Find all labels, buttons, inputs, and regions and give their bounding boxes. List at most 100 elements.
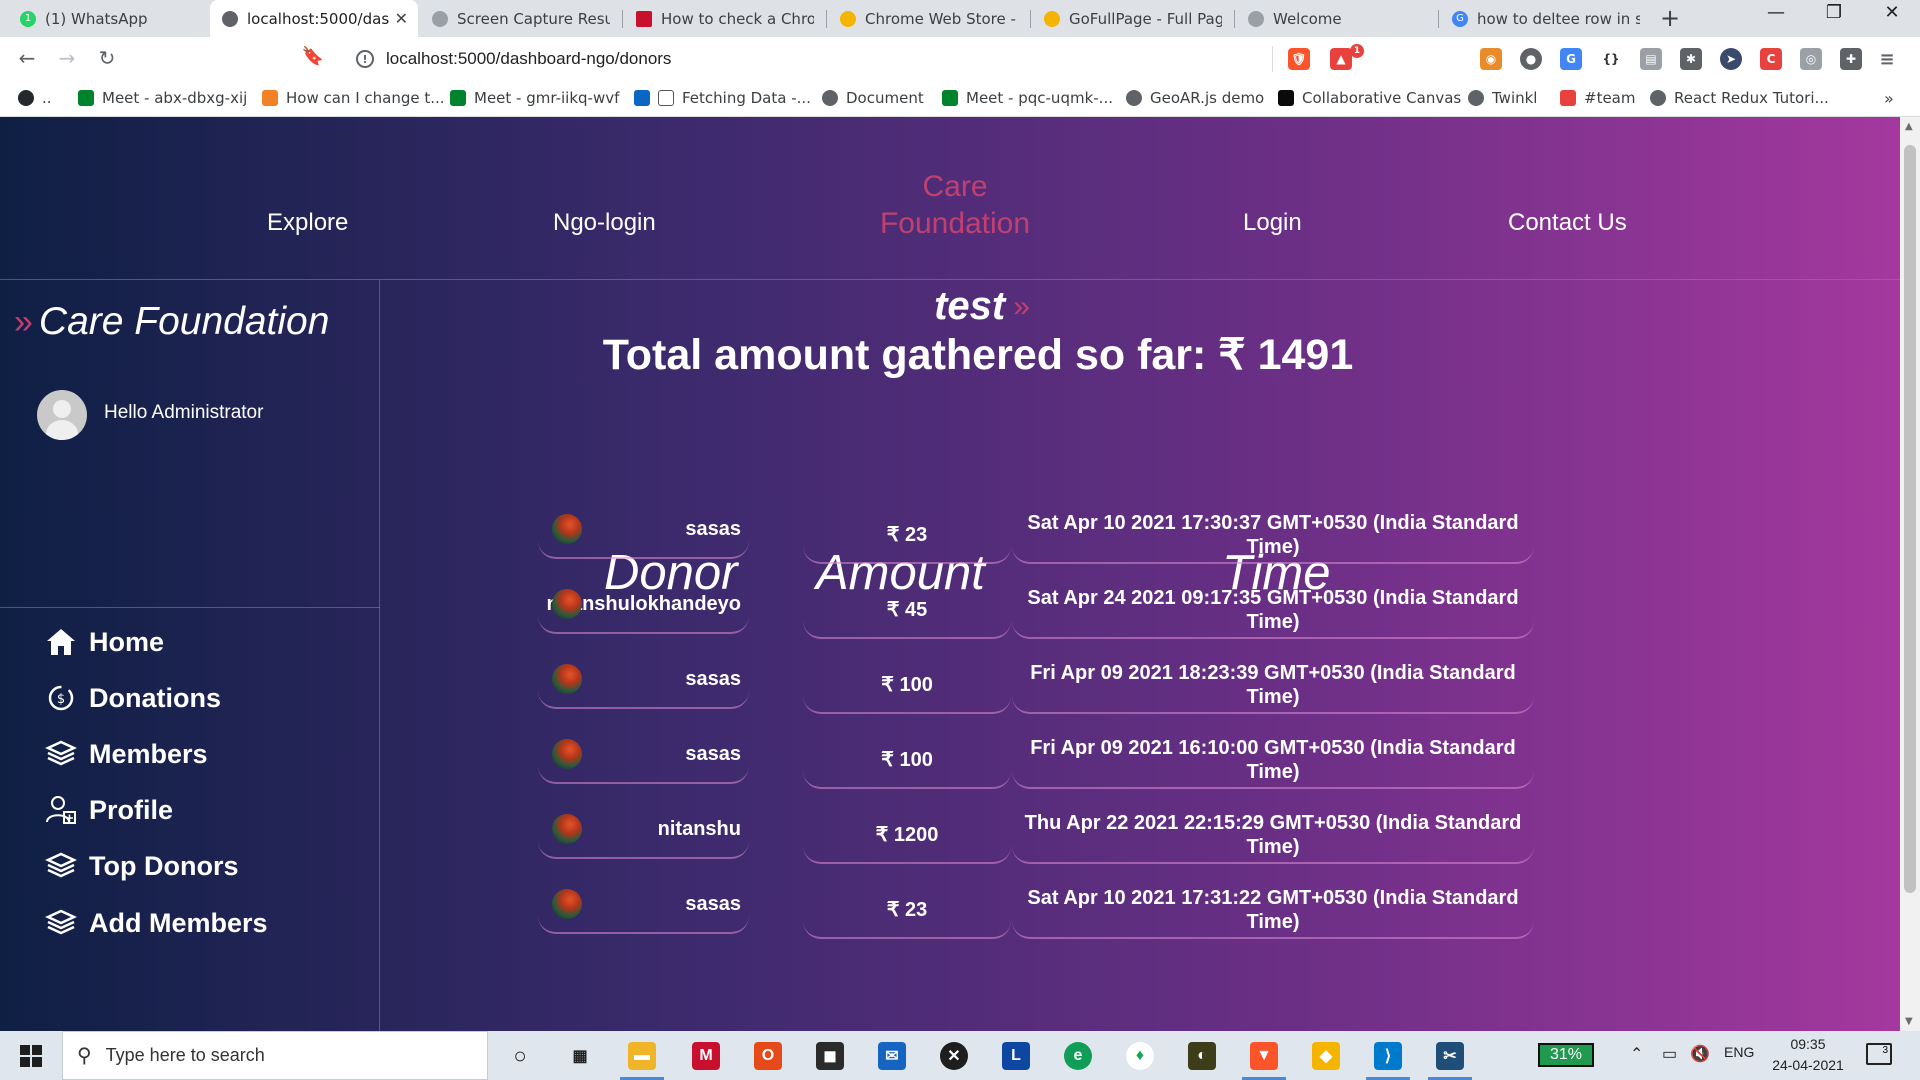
nav-ngo-login-link[interactable]: Ngo-login xyxy=(553,209,656,237)
members-icon xyxy=(44,737,78,771)
file-explorer-icon[interactable]: ▬ xyxy=(628,1042,656,1070)
snipping-tool-icon[interactable]: ✂ xyxy=(1436,1042,1464,1070)
mongodb-compass-icon[interactable]: ♦ xyxy=(1126,1042,1154,1070)
time-cell: Fri Apr 09 2021 16:10:00 GMT+0530 (India… xyxy=(1012,732,1534,789)
bookmark-geoar[interactable]: GeoAR.js demo xyxy=(1126,89,1264,107)
sidebar-item-profile[interactable]: Profile xyxy=(44,793,173,827)
puzzle-icon[interactable]: ✚ xyxy=(1840,48,1862,70)
sidebar: » Care Foundation Hello Administrator Ho… xyxy=(0,280,380,1031)
back-button[interactable]: ← xyxy=(14,46,40,70)
new-tab-button[interactable]: + xyxy=(1660,4,1680,32)
bookmark-github[interactable]: .. xyxy=(18,89,52,107)
browser-menu-icon[interactable]: ≡ xyxy=(1876,48,1898,70)
taskbar-search-box[interactable]: ⚲ Type here to search xyxy=(62,1031,488,1080)
brave-rewards-icon[interactable]: ▲ xyxy=(1330,48,1352,70)
office-icon[interactable]: O xyxy=(754,1042,782,1070)
taskbar-clock[interactable]: 09:35 24-04-2021 xyxy=(1766,1034,1850,1076)
brave-icon[interactable]: ▼ xyxy=(1250,1042,1278,1070)
app-icon[interactable]: ◐ xyxy=(1188,1042,1216,1070)
tab-gofullpage[interactable]: GoFullPage - Full Page S xyxy=(1032,0,1232,37)
show-hidden-icons-icon[interactable]: ⌃ xyxy=(1630,1044,1643,1064)
tab-localhost[interactable]: localhost:5000/dash ✕ xyxy=(210,0,418,37)
tab-webstore[interactable]: Chrome Web Store - scr xyxy=(828,0,1028,37)
camera-ext-icon[interactable]: ◎ xyxy=(1800,48,1822,70)
mcafee-icon[interactable]: M xyxy=(692,1042,720,1070)
tab-screen-capture[interactable]: Screen Capture Result xyxy=(420,0,620,37)
brave-shield-icon[interactable]: 🛡 xyxy=(1288,48,1310,70)
tab-google-search[interactable]: G how to deltee row in sq xyxy=(1440,0,1650,37)
language-indicator[interactable]: ENG xyxy=(1724,1044,1754,1060)
battery-indicator[interactable]: 31% xyxy=(1538,1043,1594,1067)
bookmark-icon[interactable]: 🔖 xyxy=(300,46,326,67)
cursor-ext-icon[interactable]: ➤ xyxy=(1720,48,1742,70)
close-tab-icon[interactable]: ✕ xyxy=(395,9,408,28)
sidebar-item-add-members[interactable]: Add Members xyxy=(44,906,268,940)
forward-button[interactable]: → xyxy=(54,46,80,70)
windows-taskbar: ⚲ Type here to search ○ ▦ ▬ M O ◼ ✉ ✕ L … xyxy=(0,1031,1920,1080)
sidebar-item-members[interactable]: Members xyxy=(44,737,208,771)
sidebar-item-home[interactable]: Home xyxy=(44,625,164,659)
mail-icon[interactable]: ✉ xyxy=(878,1042,906,1070)
page-scrollbar[interactable]: ▲ ▼ xyxy=(1900,117,1920,1031)
tab-cnet[interactable]: How to check a Chrome xyxy=(624,0,824,37)
close-window-button[interactable]: ✕ xyxy=(1872,2,1912,23)
bookmark-collaborative-canvas[interactable]: Collaborative Canvas xyxy=(1278,89,1461,107)
time-cell: Sat Apr 24 2021 09:17:35 GMT+0530 (India… xyxy=(1012,582,1534,639)
bug-ext-icon[interactable]: ✱ xyxy=(1680,48,1702,70)
bookmark-team[interactable]: #team xyxy=(1560,89,1635,107)
windows-start-button[interactable] xyxy=(20,1045,42,1067)
tab-separator xyxy=(1438,10,1439,28)
meet-icon xyxy=(78,90,94,106)
minimize-button[interactable]: — xyxy=(1756,2,1796,23)
translate-ext-icon[interactable]: G xyxy=(1560,48,1582,70)
volume-muted-icon[interactable]: 🔇 xyxy=(1690,1044,1710,1064)
bookmark-react-redux[interactable]: React Redux Tutori... xyxy=(1650,89,1829,107)
sidebar-item-label: Add Members xyxy=(89,907,268,938)
sidebar-item-top-donors[interactable]: Top Donors xyxy=(44,849,238,883)
bookmark-fetching-data[interactable]: Fetching Data -... xyxy=(634,89,811,107)
edge-icon[interactable]: e xyxy=(1064,1042,1092,1070)
bookmark-meet-3[interactable]: Meet - pqc-uqmk-... xyxy=(942,89,1113,107)
scroll-down-arrow-icon[interactable]: ▼ xyxy=(1905,1016,1913,1027)
json-ext-icon[interactable]: {} xyxy=(1600,48,1622,70)
sidebar-divider xyxy=(0,607,380,608)
url-text: localhost:5000/dashboard-ngo/donors xyxy=(386,49,672,68)
tab-whatsapp[interactable]: 1 (1) WhatsApp xyxy=(8,0,208,37)
task-view-icon[interactable]: ▦ xyxy=(566,1042,594,1070)
nav-contact-link[interactable]: Contact Us xyxy=(1508,209,1627,237)
power-icon[interactable]: ▭ xyxy=(1662,1044,1677,1064)
clipboard-ext-icon[interactable]: ▤ xyxy=(1640,48,1662,70)
profile-ext-icon[interactable]: ● xyxy=(1520,48,1542,70)
xbox-icon[interactable]: ✕ xyxy=(940,1042,968,1070)
more-bookmarks-icon[interactable]: » xyxy=(1884,89,1894,108)
scrollbar-thumb[interactable] xyxy=(1904,145,1916,893)
notifications-icon[interactable]: 3 xyxy=(1866,1043,1892,1065)
nav-brand-logo[interactable]: Care Foundation xyxy=(868,168,1042,242)
share-icon xyxy=(658,90,674,106)
sidebar-item-donations[interactable]: $ Donations xyxy=(44,681,221,715)
scroll-up-arrow-icon[interactable]: ▲ xyxy=(1905,121,1913,132)
nav-login-link[interactable]: Login xyxy=(1243,209,1302,237)
globe-icon xyxy=(1650,90,1666,106)
screen-capture-ext-icon[interactable]: ◉ xyxy=(1480,48,1502,70)
reload-button[interactable]: ↻ xyxy=(94,46,120,70)
bookmark-meet-2[interactable]: Meet - gmr-iikq-wvf xyxy=(450,89,619,107)
restore-button[interactable]: ❐ xyxy=(1814,2,1854,23)
c-ext-icon[interactable]: C xyxy=(1760,48,1782,70)
bookmark-twinkl[interactable]: Twinkl xyxy=(1468,89,1537,107)
tab-welcome[interactable]: Welcome xyxy=(1236,0,1436,37)
address-bar[interactable]: ! localhost:5000/dashboard-ngo/donors xyxy=(340,43,1278,75)
time-cell: Sat Apr 10 2021 17:31:22 GMT+0530 (India… xyxy=(1012,882,1534,939)
store-icon[interactable]: ◼ xyxy=(816,1042,844,1070)
bookmark-meet-1[interactable]: Meet - abx-dbxg-xij xyxy=(78,89,247,107)
dev-app-icon[interactable]: ◆ xyxy=(1312,1042,1340,1070)
bookmark-document[interactable]: Document xyxy=(822,89,924,107)
double-chevron-icon: » xyxy=(1013,289,1029,323)
vscode-icon[interactable]: ⟩ xyxy=(1374,1042,1402,1070)
nav-explore-link[interactable]: Explore xyxy=(267,209,348,237)
site-info-icon[interactable]: ! xyxy=(356,50,374,68)
webstore-icon xyxy=(1044,10,1060,27)
bookmark-stackoverflow[interactable]: How can I change t... xyxy=(262,89,445,107)
cortana-icon[interactable]: ○ xyxy=(506,1042,534,1070)
l-app-icon[interactable]: L xyxy=(1002,1042,1030,1070)
